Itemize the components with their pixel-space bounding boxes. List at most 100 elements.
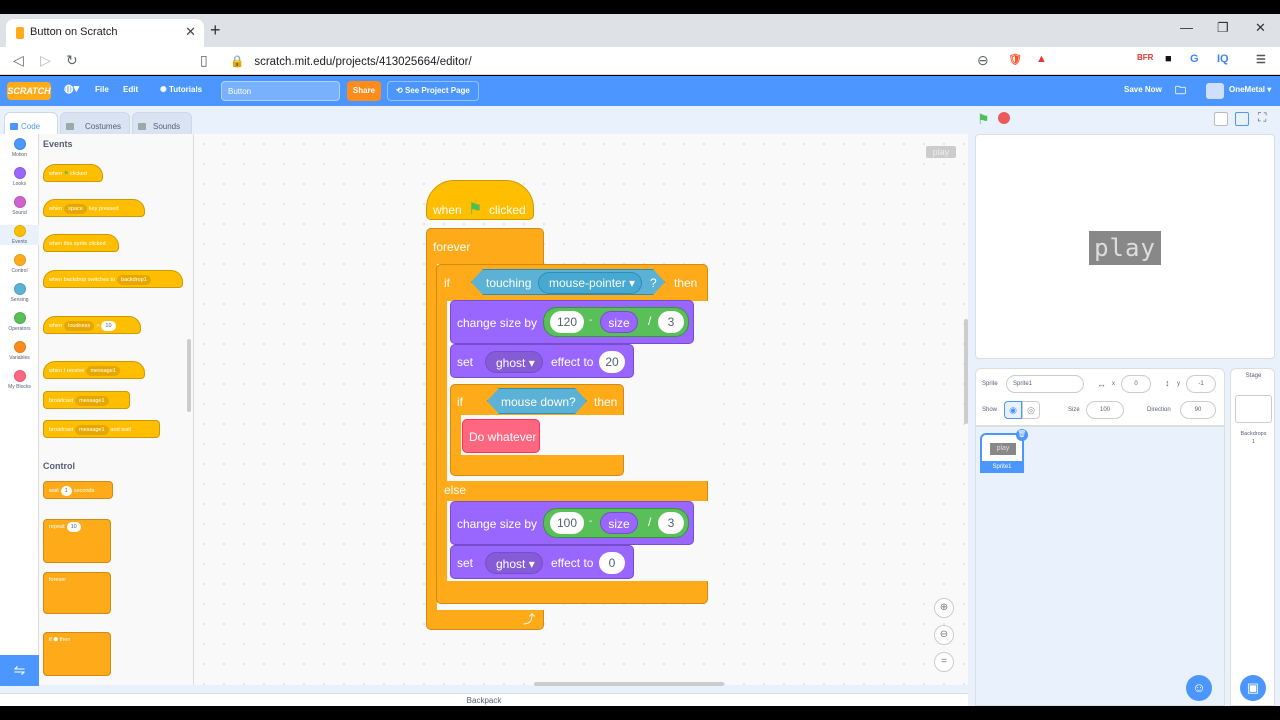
effect-dropdown[interactable]: ghost ▾ [485,552,543,574]
menu-file[interactable]: File [95,85,109,94]
zoom-reset-icon[interactable]: = [934,652,954,672]
sprite-name-input[interactable]: Sprite1 [1006,375,1084,393]
category-events[interactable]: Events [0,225,39,245]
extension-iq-icon[interactable]: IQ [1217,53,1229,65]
category-motion[interactable]: Motion [0,138,39,158]
block-when-backdrop-switches[interactable]: when backdrop switches to backdrop1 [43,270,183,288]
stage[interactable]: play [975,134,1275,359]
stage-panel[interactable]: Stage Backdrops 1 ▣ [1230,368,1275,706]
browser-menu-icon[interactable]: ☰ [1256,53,1266,66]
message-dropdown[interactable]: message1 [75,396,109,406]
x-input[interactable]: 0 [1121,375,1151,393]
category-control[interactable]: Control [0,254,39,274]
category-looks[interactable]: Looks [0,167,39,187]
add-sprite-icon[interactable]: ☺ [1186,675,1212,701]
add-extension-button[interactable]: ⇋ [0,655,39,686]
extension-bfr-icon[interactable]: BFR [1137,53,1153,62]
backdrop-dropdown[interactable]: backdrop1 [117,275,151,285]
large-stage-icon[interactable] [1235,112,1249,126]
sensing-mouse-down-condition[interactable]: mouse down? [487,388,587,414]
restore-icon[interactable]: ❐ [1217,20,1229,36]
number-input[interactable]: 3 [658,512,684,534]
zoom-out-icon[interactable]: ⊖ [934,625,954,645]
avatar[interactable] [1206,83,1224,99]
wait-input[interactable]: 1 [60,486,72,496]
show-hidden-icon[interactable]: ◎ [1022,401,1040,419]
bookmark-icon[interactable]: ▯ [200,52,208,69]
number-input[interactable]: 3 [658,311,684,333]
category-sound[interactable]: Sound [0,196,39,216]
small-stage-icon[interactable] [1214,112,1228,126]
workspace-vertical-scrollbar[interactable] [964,319,968,424]
extension-app-icon[interactable]: ■ [1165,53,1172,65]
save-now-button[interactable]: Save Now [1124,85,1162,94]
category-my-blocks[interactable]: My Blocks [0,370,39,390]
operator-divide[interactable]: 100 - size / 3 [543,508,689,538]
message-dropdown[interactable]: message1 [86,366,120,376]
number-input[interactable]: 0 [599,552,625,574]
zoom-icon[interactable]: ⊖ [977,52,989,69]
account-menu[interactable]: OneMetal ▾ [1229,85,1271,94]
size-reporter[interactable]: size [600,311,638,333]
number-input[interactable]: 120 [550,311,584,333]
effect-dropdown[interactable]: ghost ▾ [485,351,543,373]
scratch-logo[interactable]: SCRATCH [7,82,51,100]
size-reporter[interactable]: size [600,512,638,534]
key-dropdown[interactable]: space [64,204,87,214]
y-input[interactable]: -1 [1186,375,1216,393]
block-wait[interactable]: wait 1 seconds [43,481,113,499]
block-set-effect[interactable]: set ghost ▾ effect to 20 [450,344,634,378]
workspace-horizontal-scrollbar[interactable] [534,682,724,686]
forward-icon[interactable]: ▷ [40,52,51,69]
close-window-icon[interactable]: ✕ [1255,20,1266,36]
language-globe-icon[interactable]: ◍▾ [64,82,79,95]
block-do-whatever[interactable]: Do whatever [462,419,540,453]
url-field[interactable]: 🔒 scratch.mit.edu/projects/413025664/edit… [230,54,472,68]
translate-icon[interactable]: G [1190,53,1199,65]
my-stuff-folder-icon[interactable]: 🗀 [1175,82,1186,101]
category-sensing[interactable]: Sensing [0,283,39,303]
touching-dropdown[interactable]: mouse-pointer ▾ [538,272,642,294]
block-broadcast-and-wait[interactable]: broadcast message1 and wait [43,420,160,438]
backdrop-thumbnail[interactable] [1235,395,1272,423]
block-broadcast[interactable]: broadcast message1 [43,391,130,409]
block-change-size[interactable]: change size by 100 - size / 3 [450,501,694,545]
delete-sprite-icon[interactable]: 🗑 [1016,429,1028,441]
reload-icon[interactable]: ↻ [66,52,78,69]
brave-shield-icon[interactable]: 🛡 [1008,53,1022,66]
new-tab-icon[interactable]: + [210,20,221,41]
share-button[interactable]: Share [347,81,381,101]
block-when-flag-clicked[interactable]: when ⚑ clicked [426,180,534,220]
project-title-input[interactable]: Button [221,81,340,101]
backpack[interactable]: Backpack [0,693,968,706]
direction-input[interactable]: 90 [1180,401,1216,419]
show-visible-icon[interactable]: ◉ [1004,401,1022,419]
back-icon[interactable]: ◁ [13,52,24,69]
block-set-effect[interactable]: set ghost ▾ effect to 0 [450,545,634,579]
block-forever[interactable]: forever [43,572,111,614]
number-input[interactable]: 100 [550,512,584,534]
fullscreen-icon[interactable]: ⛶ [1258,110,1266,125]
category-variables[interactable]: Variables [0,341,39,361]
block-when-i-receive[interactable]: when I receive message1 [43,361,145,379]
menu-tutorials[interactable]: ✺ Tutorials [160,85,202,94]
message-dropdown[interactable]: message1 [75,425,109,435]
number-input[interactable]: 20 [599,351,625,373]
repeat-input[interactable]: 10 [66,522,81,532]
block-if-then[interactable]: if ⬢ then [43,632,111,676]
sensing-touching-condition[interactable]: touching mouse-pointer ▾ ? [471,269,665,295]
block-when-flag-clicked[interactable]: when ⚑ clicked [43,164,103,182]
see-project-page-button[interactable]: ⟲ See Project Page [387,81,479,101]
stage-sprite-play[interactable]: play [1089,231,1161,265]
code-workspace[interactable]: play when ⚑ clicked forever ⤴ if then el… [194,134,968,686]
loudness-input[interactable]: 10 [101,321,116,331]
loudness-dropdown[interactable]: loudness [64,321,95,331]
minimize-icon[interactable]: — [1180,20,1193,35]
add-backdrop-icon[interactable]: ▣ [1240,675,1266,701]
brave-rewards-icon[interactable]: ▲ [1036,53,1047,65]
close-tab-icon[interactable]: ✕ [185,24,196,40]
operator-divide[interactable]: 120 - size / 3 [543,307,689,337]
green-flag-icon[interactable]: ⚑ [977,111,990,128]
category-operators[interactable]: Operators [0,312,39,332]
block-change-size[interactable]: change size by 120 - size / 3 [450,300,694,344]
